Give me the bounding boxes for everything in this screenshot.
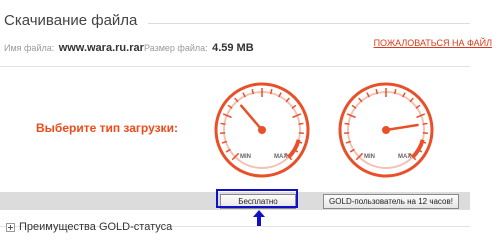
report-file-link[interactable]: ПОЖАЛОВАТЬСЯ НА ФАЙЛ [374, 38, 492, 48]
gauge-tick [422, 122, 428, 125]
free-gauge-max-label: MAX [274, 154, 287, 160]
free-gauge-min-label: MIN [240, 154, 251, 160]
plus-icon[interactable] [6, 223, 15, 232]
up-arrow-icon [253, 210, 265, 226]
gauge-tick [298, 122, 304, 125]
gauge-tick [344, 122, 350, 125]
header-divider [0, 66, 470, 67]
gold-download-gauge[interactable]: MIN MAX [336, 80, 436, 180]
file-size-label: Размер файла: [144, 43, 208, 53]
file-size-value: 4.59 MB [212, 42, 254, 54]
free-download-gauge[interactable]: MIN MAX [212, 80, 312, 180]
gold-gauge-min-label: MIN [364, 154, 375, 160]
gold-gauge-max-label: MAX [398, 154, 411, 160]
file-name-value: www.wara.ru.rar [58, 42, 144, 54]
gold-download-button[interactable]: GOLD-пользователь на 12 часов! [323, 194, 459, 209]
file-name-info: Имя файла: www.wara.ru.rar [4, 38, 144, 56]
title-divider [148, 23, 470, 24]
download-type-prompt: Выберите тип загрузки: [36, 121, 178, 135]
gold-benefits-toggle[interactable]: Преимущества GOLD-статуса [19, 221, 172, 233]
page-title: Скачивание файла [4, 12, 138, 29]
file-name-label: Имя файла: [4, 43, 55, 53]
free-button-highlight [216, 189, 298, 208]
file-size-info: Размер файла: 4.59 MB [144, 38, 254, 56]
gauge-tick [220, 122, 226, 125]
